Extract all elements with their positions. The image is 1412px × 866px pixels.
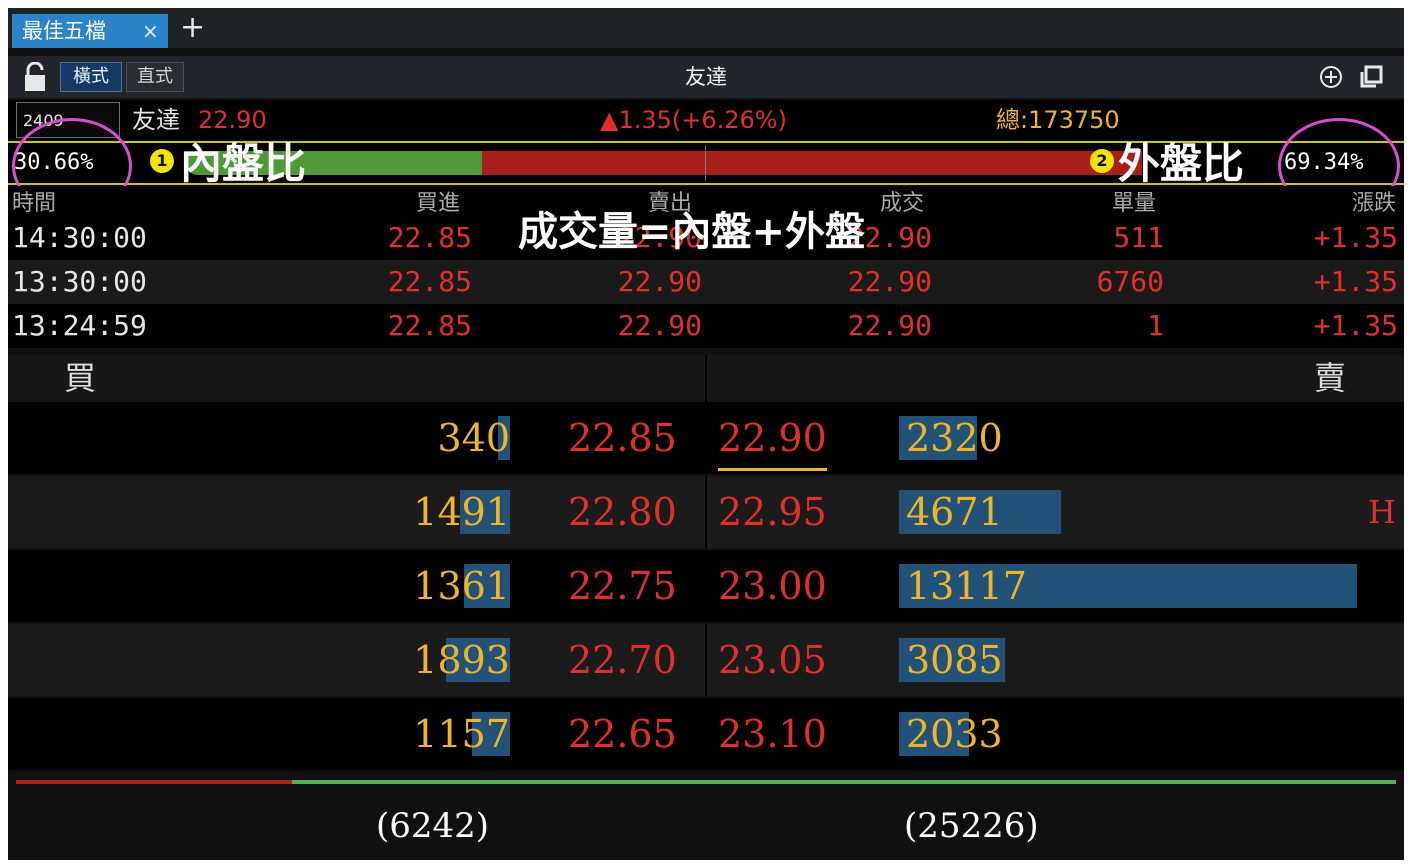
bid-price[interactable]: 22.75	[568, 550, 677, 622]
add-circle-icon[interactable]	[1318, 64, 1344, 90]
cell-vol: 6760	[1096, 265, 1164, 298]
outer-ratio-fill	[482, 151, 1142, 175]
ratio-midline	[705, 145, 706, 181]
cell-sell: 22.90	[617, 309, 702, 342]
book-level-row: 1491 22.80 22.95 4671 H	[8, 476, 1404, 548]
ask-qty: 2033	[906, 712, 1003, 756]
ask-total-line	[292, 780, 1396, 784]
bid-qty: 1491	[413, 490, 510, 534]
bid-qty: 1893	[413, 638, 510, 682]
book-level-row: 340 22.85 22.90 2320	[8, 402, 1404, 474]
tab-label: 最佳五檔	[22, 19, 106, 43]
bid-price[interactable]: 22.70	[568, 624, 677, 696]
sell-label: 賣	[1314, 359, 1347, 397]
high-flag: H	[1368, 493, 1396, 531]
ask-price-current[interactable]: 22.90	[718, 408, 827, 471]
ask-total: (25226)	[904, 806, 1039, 846]
ask-price[interactable]: 23.00	[718, 550, 827, 622]
table-row: 13:30:00 22.85 22.90 22.90 6760 +1.35	[8, 260, 1404, 304]
quote-row: 2409 友達 22.90 ▲1.35(+6.26%) 總:173750	[8, 100, 1404, 140]
bid-total-line	[16, 780, 292, 784]
total-volume: 總:173750	[996, 106, 1120, 134]
ask-price[interactable]: 23.10	[718, 698, 827, 770]
cell-buy: 22.85	[387, 265, 472, 298]
close-icon[interactable]: ×	[142, 14, 159, 48]
ask-qty: 2320	[906, 416, 1003, 460]
cell-change: +1.35	[1313, 309, 1398, 342]
tab-strip: 最佳五檔 × +	[8, 8, 1404, 48]
toolbar: 橫式 直式 友達	[8, 56, 1404, 98]
last-price: 22.90	[198, 106, 267, 134]
book-level-row: 1157 22.65 23.10 2033	[8, 698, 1404, 770]
ask-price[interactable]: 22.95	[718, 476, 827, 548]
ask-qty: 4671	[906, 490, 1003, 534]
table-row: 13:24:59 22.85 22.90 22.90 1 +1.35	[8, 304, 1404, 348]
bid-price[interactable]: 22.80	[568, 476, 677, 548]
popout-window-icon[interactable]	[1358, 64, 1384, 90]
ask-price[interactable]: 23.05	[718, 624, 827, 696]
cell-change: +1.35	[1313, 265, 1398, 298]
cell-deal: 22.90	[847, 265, 932, 298]
annotation-inner-ratio: 內盤比	[180, 139, 307, 188]
book-level-row: 1893 22.70 23.05 3085	[8, 624, 1404, 696]
cell-time: 13:24:59	[12, 309, 147, 342]
cell-buy: 22.85	[387, 221, 472, 254]
cell-sell: 22.90	[617, 265, 702, 298]
stock-name: 友達	[132, 106, 180, 134]
cell-time: 14:30:00	[12, 221, 147, 254]
cell-deal: 22.90	[847, 309, 932, 342]
bid-qty: 340	[437, 416, 510, 460]
add-tab-icon[interactable]: +	[180, 10, 205, 46]
annotation-volume-formula: 成交量=內盤+外盤	[518, 209, 866, 255]
cell-time: 13:30:00	[12, 265, 147, 298]
ask-qty: 13117	[906, 564, 1027, 608]
price-change: ▲1.35(+6.26%)	[600, 106, 787, 134]
bid-qty: 1157	[413, 712, 510, 756]
bid-price[interactable]: 22.65	[568, 698, 677, 770]
best-five-window: 最佳五檔 × + 橫式 直式 友達 2409 友達 22.90 ▲1.35(+6…	[8, 8, 1404, 860]
cell-vol: 1	[1147, 309, 1164, 342]
badge-two: 2	[1090, 149, 1114, 173]
cell-change: +1.35	[1313, 221, 1398, 254]
buy-label: 買	[64, 359, 97, 397]
cell-buy: 22.85	[387, 309, 472, 342]
window-title: 友達	[685, 65, 727, 89]
ask-qty: 3085	[906, 638, 1003, 682]
bid-price[interactable]: 22.85	[568, 402, 677, 474]
tab-best-five[interactable]: 最佳五檔 ×	[12, 14, 168, 48]
book-header: 買 賣	[8, 354, 1404, 402]
bid-total: (6242)	[376, 806, 490, 846]
annotation-outer-ratio: 外盤比	[1118, 139, 1245, 188]
book-level-row: 1361 22.75 23.00 13117	[8, 550, 1404, 622]
cell-vol: 511	[1113, 221, 1164, 254]
bid-qty: 1361	[413, 564, 510, 608]
badge-one: 1	[150, 149, 174, 173]
